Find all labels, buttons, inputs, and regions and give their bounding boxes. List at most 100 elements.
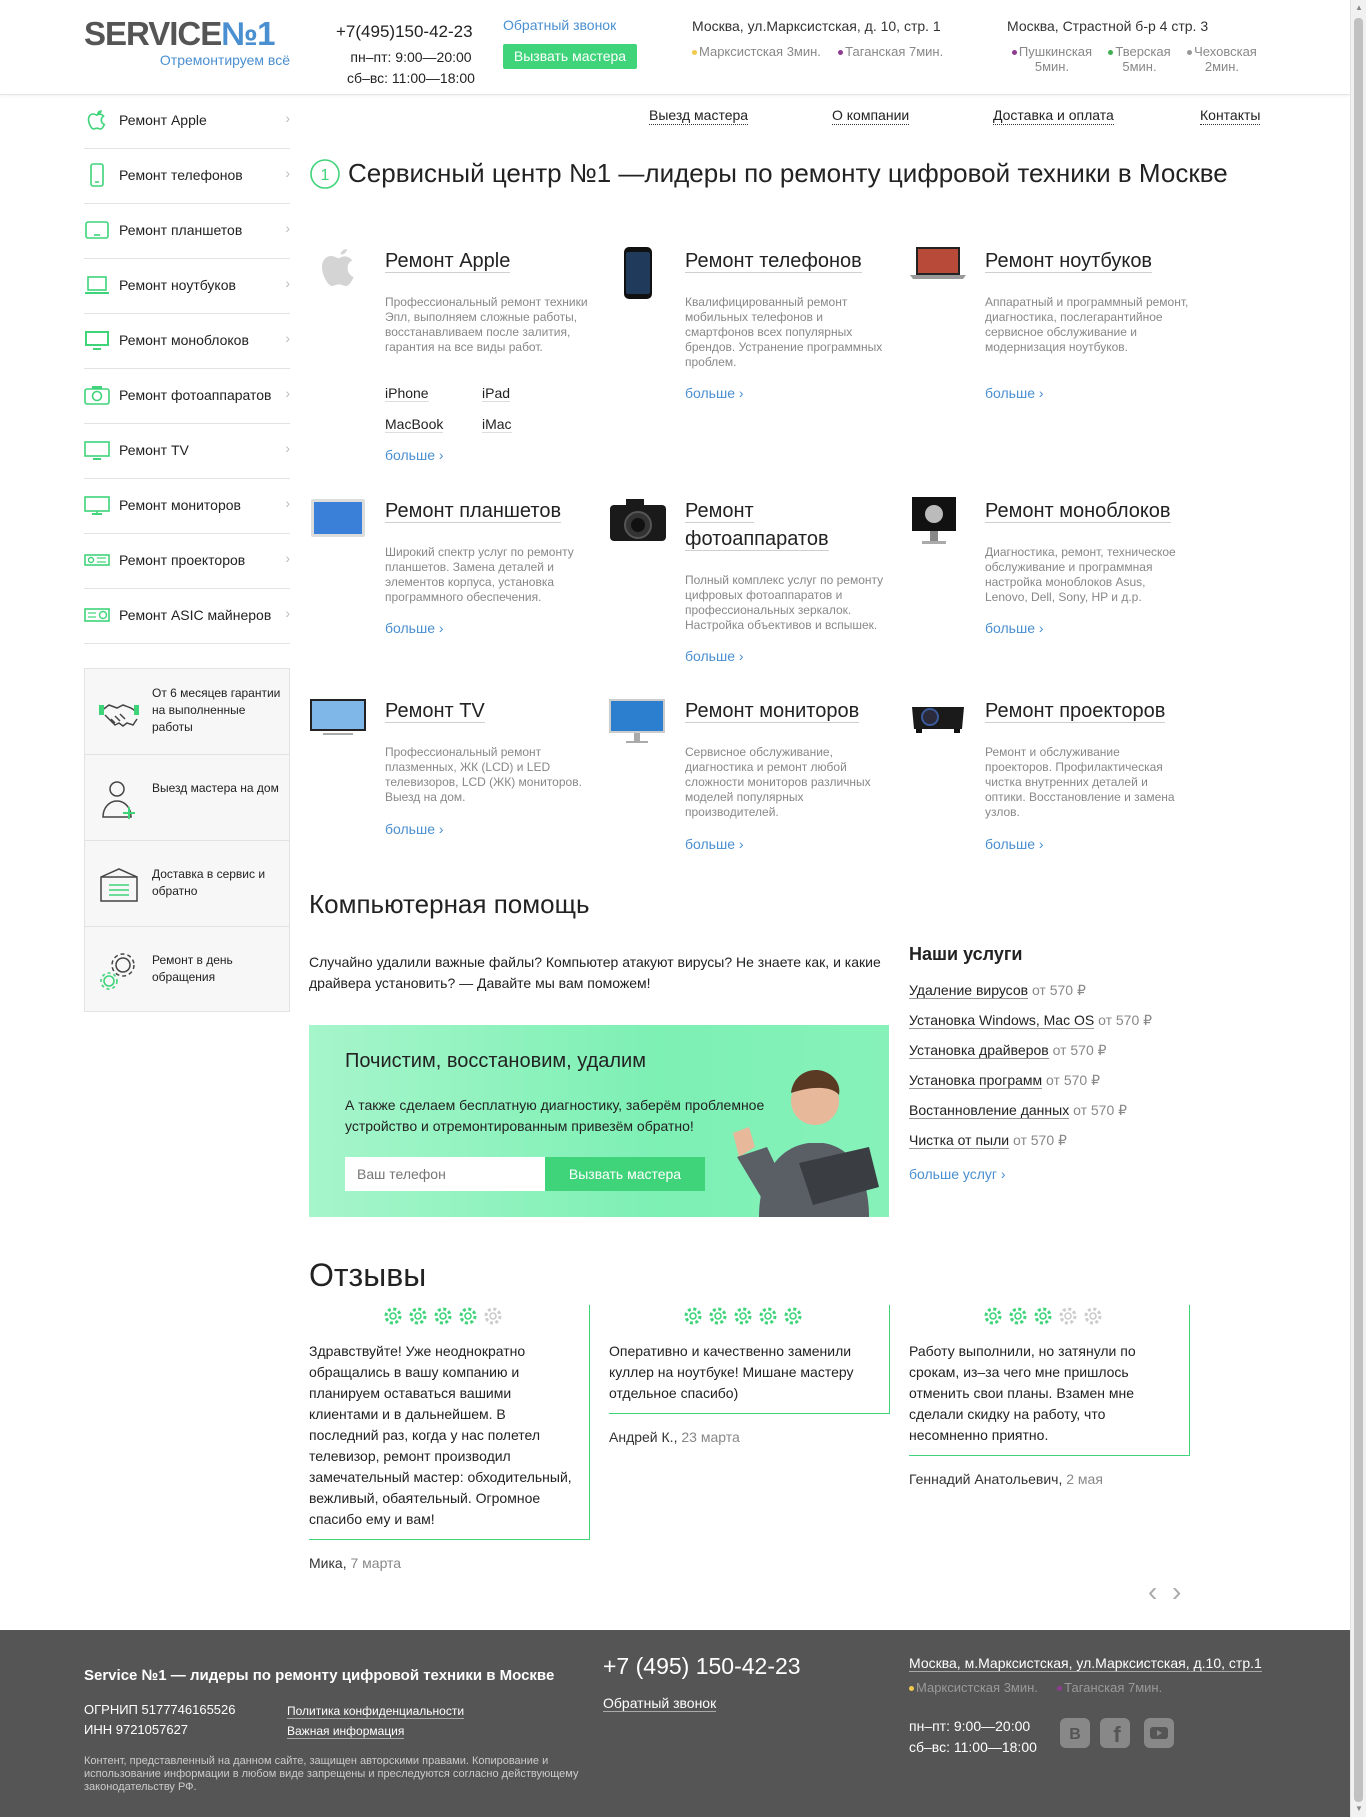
rating-gear-filled <box>759 1307 777 1325</box>
youtube-icon[interactable] <box>1144 1718 1174 1748</box>
privacy-link[interactable]: Политика конфиденциальности <box>287 1704 465 1719</box>
service-dust-cleaning[interactable]: Чистка от пыли от 570 ₽ <box>909 1132 1067 1149</box>
scroll-down-icon[interactable]: ▼ <box>1351 1801 1366 1817</box>
metro-tverskaya: Тверская 5мин. <box>1102 44 1177 74</box>
more-link[interactable]: больше › <box>685 648 744 664</box>
footer-callback-link[interactable]: Обратный звонок <box>603 1695 717 1712</box>
call-master-button[interactable]: Вызвать мастера <box>503 44 637 69</box>
service-data-recovery[interactable]: Востанновление данных от 570 ₽ <box>909 1102 1127 1119</box>
scrollbar-thumb[interactable] <box>1354 18 1363 1802</box>
service-virus-removal[interactable]: Удаление вирусов от 570 ₽ <box>909 982 1086 999</box>
nav-master-visit[interactable]: Выезд мастера <box>649 107 749 125</box>
projector-icon <box>84 554 110 566</box>
service-title[interactable]: Ремонт мониторов <box>685 697 885 725</box>
more-label: больше <box>385 447 435 463</box>
more-link[interactable]: больше › <box>985 836 1044 852</box>
camera-image <box>610 499 666 541</box>
callback-link[interactable]: Обратный звонок <box>503 17 616 33</box>
service-title[interactable]: Ремонт проекторов <box>985 697 1185 725</box>
nav-delivery[interactable]: Доставка и оплата <box>993 107 1114 125</box>
footer-metro: Марксистская 3мин. Таганская 7мин. <box>909 1680 1162 1695</box>
scroll-up-icon[interactable]: ▲ <box>1351 0 1366 16</box>
rating-gear-filled <box>409 1307 427 1325</box>
more-link[interactable]: больше › <box>385 821 444 837</box>
more-services-link[interactable]: больше услуг › <box>909 1166 1006 1182</box>
scrollbar[interactable]: ▲ ▼ <box>1350 0 1366 1817</box>
rating-stars <box>682 1305 807 1327</box>
service-title[interactable]: Ремонт планшетов <box>385 497 585 525</box>
more-link[interactable]: больше › <box>385 447 444 463</box>
footer-phone[interactable]: +7 (495) 150-42-23 <box>603 1653 801 1680</box>
rating-gear-filled <box>684 1307 702 1325</box>
more-label: больше <box>985 836 1035 852</box>
service-title[interactable]: Ремонт телефонов <box>685 247 885 275</box>
sidebar-item-tv[interactable]: Ремонт TV › <box>84 424 290 479</box>
link-ipad[interactable]: iPad <box>482 385 511 402</box>
address-1-metro: Марксистская 3мин. Таганская 7мин. <box>692 44 943 59</box>
more-link[interactable]: больше › <box>985 620 1044 636</box>
more-link[interactable]: больше › <box>685 385 744 401</box>
benefit-same-day: Ремонт в день обращения <box>85 927 289 1013</box>
sidebar-item-cameras[interactable]: Ремонт фотоаппаратов › <box>84 369 290 424</box>
important-info-link[interactable]: Важная информация <box>287 1724 405 1739</box>
phone-input[interactable] <box>345 1157 545 1191</box>
link-macbook[interactable]: MacBook <box>385 416 444 433</box>
metro-station: Марксистская 3мин. <box>699 44 821 59</box>
sidebar-item-laptops[interactable]: Ремонт ноутбуков › <box>84 259 290 314</box>
more-link[interactable]: больше › <box>385 620 444 636</box>
sidebar-item-monitors[interactable]: Ремонт мониторов › <box>84 479 290 534</box>
facebook-icon[interactable]: f <box>1100 1718 1130 1748</box>
rating-gear-filled <box>1009 1307 1027 1325</box>
header-phone[interactable]: +7(495)150-42-23 <box>336 22 473 42</box>
nav-contacts[interactable]: Контакты <box>1200 107 1261 125</box>
logo[interactable]: SERVICE№1 Отремонтируем всё <box>84 16 294 72</box>
asic-icon <box>84 608 110 622</box>
service-title[interactable]: Ремонт ноутбуков <box>985 247 1185 275</box>
more-label: больше <box>685 385 735 401</box>
tablet-image <box>311 499 365 537</box>
page: SERVICE№1 Отремонтируем всё +7(495)150-4… <box>0 0 1366 1817</box>
sidebar-item-label: Ремонт планшетов <box>119 222 243 238</box>
phone-icon <box>90 163 104 187</box>
service-title[interactable]: Ремонт моноблоков <box>985 497 1185 525</box>
service-desc: Квалифицированный ремонт мобильных телеф… <box>685 295 883 369</box>
sidebar-item-tablets[interactable]: Ремонт планшетов › <box>84 204 290 259</box>
sidebar-item-monoblocks[interactable]: Ремонт моноблоков › <box>84 314 290 369</box>
more-link[interactable]: больше › <box>985 385 1044 401</box>
rating-gear-filled <box>434 1307 452 1325</box>
more-link[interactable]: больше › <box>685 836 744 852</box>
sidebar-item-asic[interactable]: Ремонт ASIC майнеров › <box>84 589 290 644</box>
service-drivers[interactable]: Установка драйверов от 570 ₽ <box>909 1042 1107 1059</box>
more-label: больше <box>985 620 1035 636</box>
chevron-right-icon: › <box>285 385 290 401</box>
service-programs[interactable]: Установка программ от 570 ₽ <box>909 1072 1100 1089</box>
nav-about[interactable]: О компании <box>832 107 910 125</box>
sidebar-item-label: Ремонт Apple <box>119 112 207 128</box>
service-os-install[interactable]: Установка Windows, Mac OS от 570 ₽ <box>909 1012 1152 1029</box>
promo-call-master-button[interactable]: Вызвать мастера <box>545 1157 705 1191</box>
monoblock-icon <box>85 331 109 350</box>
sidebar-item-projectors[interactable]: Ремонт проекторов › <box>84 534 290 589</box>
vk-icon[interactable]: В <box>1060 1718 1090 1748</box>
footer-title: Service №1 — лидеры по ремонту цифровой … <box>84 1667 555 1684</box>
logo-tagline: Отремонтируем всё <box>159 52 290 68</box>
metro-station: Таганская 7мин. <box>845 44 944 59</box>
service-title[interactable]: Ремонт Apple <box>385 247 585 275</box>
svg-text:f: f <box>1113 1722 1121 1747</box>
rating-gear-filled <box>784 1307 802 1325</box>
sidebar-item-phones[interactable]: Ремонт телефонов › <box>84 149 290 204</box>
link-iphone[interactable]: iPhone <box>385 385 429 402</box>
technician-image <box>733 1069 879 1217</box>
prev-arrow-icon[interactable]: ‹ <box>1148 1578 1157 1606</box>
service-title[interactable]: Ремонт фотоаппаратов <box>685 497 885 553</box>
review-text: Работу выполнили, но затянули по срокам,… <box>909 1343 1136 1443</box>
chevron-right-icon: › <box>1000 1166 1006 1182</box>
service-title[interactable]: Ремонт TV <box>385 697 585 725</box>
svg-text:1: 1 <box>321 167 330 184</box>
sidebar-item-apple[interactable]: Ремонт Apple › <box>84 94 290 149</box>
link-imac[interactable]: iMac <box>482 416 512 433</box>
rating-gear-filled <box>459 1307 477 1325</box>
next-arrow-icon[interactable]: › <box>1172 1578 1181 1606</box>
more-label: больше <box>985 385 1035 401</box>
chevron-right-icon: › <box>1038 620 1044 636</box>
